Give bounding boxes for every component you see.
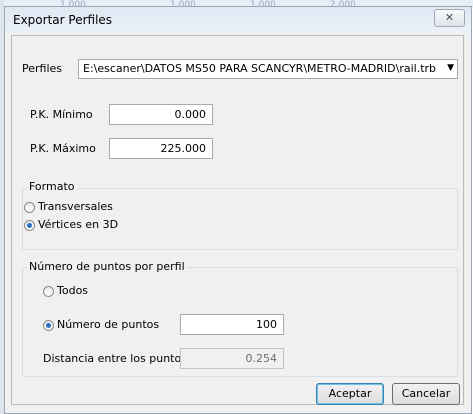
dialog-content: Perfiles E:\escaner\DATOS MS50 PARA SCAN… <box>11 35 464 405</box>
radio-numero-de-puntos-label[interactable]: Número de puntos <box>57 318 159 331</box>
radio-transversales-label[interactable]: Transversales <box>38 200 113 213</box>
format-group-title: Formato <box>27 180 77 193</box>
close-button[interactable]: ✕ <box>434 9 465 27</box>
title-bar[interactable]: Exportar Perfiles ✕ <box>5 7 471 33</box>
distance-label: Distancia entre los puntos <box>43 352 187 365</box>
radio-todos-label[interactable]: Todos <box>57 284 88 297</box>
profiles-label: Perfiles <box>22 62 63 75</box>
chevron-down-icon[interactable]: ▼ <box>447 63 454 73</box>
distance-input: 0.254 <box>180 348 284 369</box>
radio-vertices-3d[interactable] <box>24 220 35 231</box>
dialog-title: Exportar Perfiles <box>13 13 113 27</box>
radio-todos[interactable] <box>43 286 54 297</box>
cancel-button[interactable]: Cancelar <box>392 383 460 405</box>
radio-vertices-3d-label[interactable]: Vértices en 3D <box>38 218 118 231</box>
close-icon: ✕ <box>444 11 455 24</box>
radio-transversales[interactable] <box>24 202 35 213</box>
profiles-combobox[interactable]: E:\escaner\DATOS MS50 PARA SCANCYR\METRO… <box>78 59 458 79</box>
points-count-input[interactable]: 100 <box>180 314 284 335</box>
pk-max-input[interactable]: 225.000 <box>109 138 213 159</box>
profiles-value: E:\escaner\DATOS MS50 PARA SCANCYR\METRO… <box>83 62 437 75</box>
pk-min-label: P.K. Mínimo <box>30 108 93 121</box>
radio-numero-de-puntos[interactable] <box>43 320 54 331</box>
pk-max-label: P.K. Máximo <box>30 142 96 155</box>
export-profiles-dialog: Exportar Perfiles ✕ Perfiles E:\escaner\… <box>4 6 472 414</box>
pk-min-input[interactable]: 0.000 <box>109 104 213 125</box>
accept-button[interactable]: Aceptar <box>316 383 384 405</box>
points-group-title: Número de puntos por perfil <box>27 260 187 273</box>
